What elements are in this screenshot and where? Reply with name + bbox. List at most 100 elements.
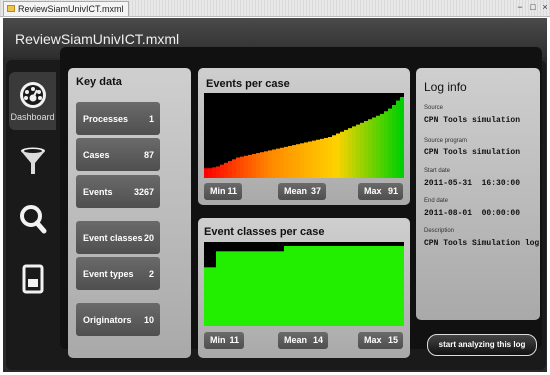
chart-bar bbox=[316, 139, 321, 178]
chart-bar bbox=[244, 251, 249, 326]
kd-label: Originators bbox=[83, 315, 132, 325]
chart-bar bbox=[356, 246, 361, 326]
chart-bar bbox=[232, 251, 237, 326]
chart-bar bbox=[276, 251, 281, 326]
events-per-case-title: Events per case bbox=[206, 78, 290, 90]
chart-bar bbox=[328, 246, 333, 326]
chart-bar bbox=[284, 146, 289, 178]
minimize-icon[interactable]: − bbox=[515, 2, 525, 12]
nav-document[interactable] bbox=[9, 250, 56, 308]
chart-bar bbox=[380, 246, 385, 326]
chart-bar bbox=[380, 113, 385, 178]
kd-value: 1 bbox=[148, 114, 154, 124]
end-date-label: End date bbox=[424, 198, 449, 204]
chart-bar bbox=[260, 251, 265, 326]
chart-bar bbox=[392, 105, 397, 178]
chart-bar bbox=[368, 119, 373, 178]
nav-dashboard-label: Dashboard bbox=[10, 111, 55, 122]
key-data-events: Events 3267 bbox=[76, 175, 160, 208]
chart-bar bbox=[216, 251, 221, 326]
chart-bar bbox=[268, 251, 273, 326]
chart-bar bbox=[304, 142, 309, 178]
chart-bar bbox=[372, 246, 377, 326]
chart-bar bbox=[372, 117, 377, 178]
chart-bar bbox=[336, 133, 341, 178]
stat-value: 14 bbox=[312, 335, 323, 345]
source-program-value: CPN Tools simulation bbox=[424, 148, 521, 157]
start-analyzing-button[interactable]: start analyzing this log bbox=[427, 334, 537, 356]
stat-label: Max bbox=[364, 335, 382, 345]
chart-bar bbox=[324, 246, 329, 326]
chart-bar bbox=[244, 155, 249, 178]
chart-bar bbox=[228, 161, 233, 178]
chart-bar bbox=[300, 143, 305, 178]
start-date-label: Start date bbox=[424, 168, 451, 174]
event-classes-per-case-title: Event classes per case bbox=[204, 226, 325, 238]
ecpc-max-box: Max 15 bbox=[358, 332, 403, 349]
editor-tab-bar: ReviewSiamUnivICT.mxml − □ × bbox=[0, 0, 550, 17]
chart-bar bbox=[280, 251, 285, 326]
log-info-title: Log info bbox=[424, 80, 467, 94]
events-per-case-panel: Events per case Min 11 Mean 37 Max 91 bbox=[198, 68, 410, 205]
chart-bar bbox=[308, 246, 313, 326]
key-data-event-classes: Event classes 20 bbox=[76, 221, 160, 254]
magnifier-icon bbox=[19, 205, 46, 234]
stat-value: 37 bbox=[310, 186, 321, 196]
source-program-label: Source program bbox=[424, 138, 468, 144]
nav-filter[interactable] bbox=[9, 132, 56, 190]
filter-funnel-icon bbox=[20, 147, 45, 174]
nav-dashboard[interactable]: Dashboard bbox=[9, 72, 56, 130]
chart-bar bbox=[396, 100, 401, 178]
event-classes-per-case-panel: Event classes per case Min 11 Mean 14 Ma… bbox=[198, 218, 410, 358]
chart-bar bbox=[384, 246, 389, 326]
chart-bar bbox=[376, 115, 381, 178]
kd-value: 87 bbox=[143, 150, 154, 160]
nav-search[interactable] bbox=[9, 190, 56, 248]
chart-bar bbox=[228, 251, 233, 326]
chart-bar bbox=[340, 246, 345, 326]
chart-bar bbox=[368, 246, 373, 326]
chart-bar bbox=[376, 246, 381, 326]
chart-bar bbox=[252, 153, 257, 178]
close-icon[interactable]: × bbox=[540, 2, 550, 12]
chart-bar bbox=[272, 149, 277, 178]
chart-bar bbox=[236, 157, 241, 178]
chart-bar bbox=[204, 267, 209, 326]
epc-min-box: Min 11 bbox=[204, 183, 242, 200]
ecpc-min-box: Min 11 bbox=[204, 332, 244, 349]
key-data-event-types: Event types 2 bbox=[76, 257, 160, 290]
chart-bar bbox=[268, 150, 273, 178]
kd-label: Cases bbox=[83, 150, 110, 160]
chart-bar bbox=[220, 251, 225, 326]
chart-bar bbox=[248, 251, 253, 326]
chart-bar bbox=[332, 246, 337, 326]
stat-label: Mean bbox=[284, 335, 308, 345]
kd-value: 3267 bbox=[133, 187, 154, 197]
chart-bar bbox=[332, 135, 337, 178]
dashboard-gauge-icon bbox=[19, 81, 46, 108]
chart-bar bbox=[396, 246, 401, 326]
chart-bar bbox=[340, 131, 345, 178]
chart-bar bbox=[212, 167, 217, 178]
chart-bar bbox=[236, 251, 241, 326]
file-tab[interactable]: ReviewSiamUnivICT.mxml bbox=[3, 1, 129, 16]
file-icon bbox=[7, 5, 15, 12]
chart-bar bbox=[280, 147, 285, 178]
chart-bar bbox=[356, 124, 361, 178]
chart-bar bbox=[252, 251, 257, 326]
chart-bar bbox=[364, 246, 369, 326]
chart-bar bbox=[388, 246, 393, 326]
key-data-originators: Originators 10 bbox=[76, 303, 160, 336]
description-label: Description bbox=[424, 228, 455, 234]
maximize-icon[interactable]: □ bbox=[528, 2, 538, 12]
description-value: CPN Tools Simulation log bbox=[424, 239, 540, 248]
chart-bar bbox=[220, 164, 225, 178]
chart-bar bbox=[264, 151, 269, 178]
key-data-processes: Processes 1 bbox=[76, 102, 160, 135]
chart-bar bbox=[344, 129, 349, 178]
chart-bar bbox=[388, 108, 393, 178]
chart-bar bbox=[296, 246, 301, 326]
chart-bar bbox=[364, 121, 369, 178]
kd-label: Event classes bbox=[83, 233, 143, 243]
key-data-title: Key data bbox=[76, 76, 122, 88]
